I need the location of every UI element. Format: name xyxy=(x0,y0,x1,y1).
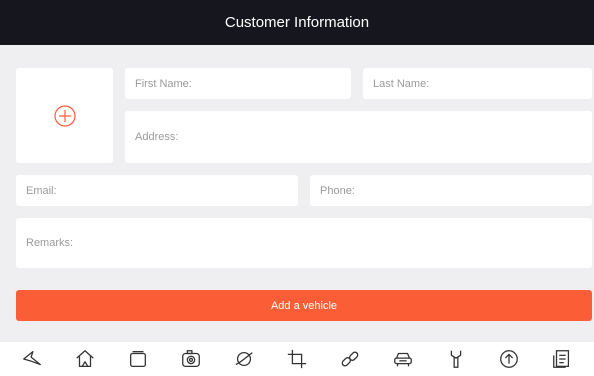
add-vehicle-button[interactable]: Add a vehicle xyxy=(16,290,592,321)
add-photo-button[interactable] xyxy=(16,68,113,163)
upload-icon xyxy=(499,350,518,368)
tools-button[interactable] xyxy=(441,344,471,374)
email-placeholder: Email: xyxy=(26,184,57,197)
link-button[interactable] xyxy=(335,344,365,374)
browser-button[interactable] xyxy=(229,344,259,374)
screenshot-button[interactable] xyxy=(176,344,206,374)
email-field[interactable]: Email: xyxy=(16,175,298,206)
first-name-placeholder: First Name: xyxy=(135,77,192,90)
home-icon xyxy=(76,350,95,367)
first-name-field[interactable]: First Name: xyxy=(125,68,351,99)
vehicle-button[interactable] xyxy=(388,344,418,374)
phone-field[interactable]: Phone: xyxy=(310,175,592,206)
report-icon xyxy=(552,350,569,368)
last-name-placeholder: Last Name: xyxy=(373,77,430,90)
address-placeholder: Address: xyxy=(135,131,179,143)
browser-icon xyxy=(235,351,253,367)
wrench-icon xyxy=(450,350,461,368)
remarks-placeholder: Remarks: xyxy=(26,237,74,249)
back-icon xyxy=(23,351,42,366)
add-vehicle-label: Add a vehicle xyxy=(270,299,338,312)
back-button[interactable] xyxy=(17,344,47,374)
system-nav-bar xyxy=(0,342,594,376)
update-button[interactable] xyxy=(494,344,524,374)
address-field[interactable]: Address: xyxy=(125,111,592,163)
page-title: Customer Information xyxy=(224,14,370,31)
crop-button[interactable] xyxy=(282,344,312,374)
report-button[interactable] xyxy=(547,344,577,374)
home-button[interactable] xyxy=(70,344,100,374)
recent-apps-icon xyxy=(130,351,147,367)
link-icon xyxy=(341,351,359,367)
recent-apps-button[interactable] xyxy=(123,344,153,374)
remarks-field[interactable]: Remarks: xyxy=(16,218,592,268)
page-header: Customer Information xyxy=(0,0,594,45)
camera-icon xyxy=(182,350,201,367)
car-icon xyxy=(393,352,412,367)
add-photo-icon xyxy=(53,104,76,127)
phone-placeholder: Phone: xyxy=(320,184,355,197)
crop-icon xyxy=(287,349,307,369)
last-name-field[interactable]: Last Name: xyxy=(363,68,592,99)
